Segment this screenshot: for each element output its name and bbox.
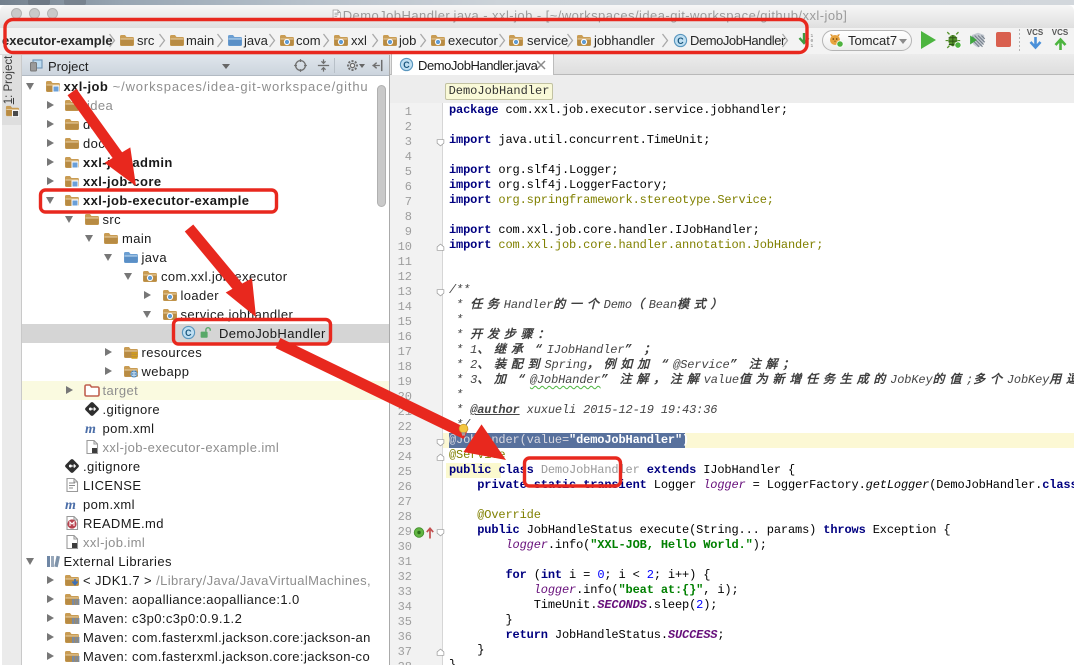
svg-text:1: 1 — [811, 43, 814, 49]
